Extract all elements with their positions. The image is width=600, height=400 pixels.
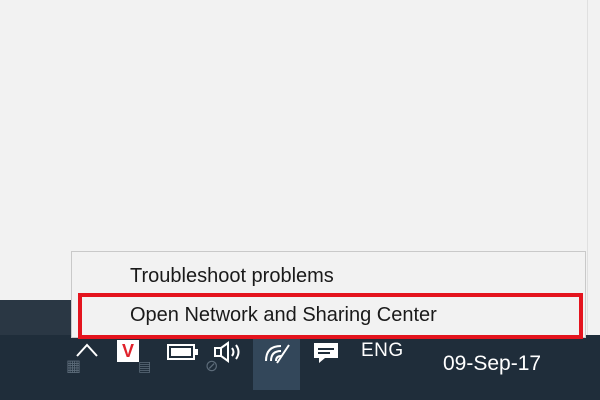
speaker-icon[interactable]	[213, 340, 247, 367]
wifi-icon[interactable]	[263, 340, 293, 367]
taskbar-edge	[0, 300, 72, 335]
menu-item-troubleshoot-problems[interactable]: Troubleshoot problems	[72, 256, 585, 296]
battery-icon[interactable]	[167, 343, 201, 364]
menu-item-open-network-and-sharing-center[interactable]: Open Network and Sharing Center	[72, 295, 585, 335]
chevron-up-icon[interactable]	[74, 340, 100, 365]
page-icon: ▤	[138, 359, 152, 375]
notification-icon[interactable]	[311, 340, 341, 369]
menu-item-label: Troubleshoot problems	[130, 265, 334, 287]
language-indicator[interactable]: ENG	[361, 340, 404, 362]
date-text[interactable]: 09-Sep-17	[443, 352, 541, 376]
screen: ▦ ▤ ⊘ V ENG 09-Sep-17 Troubleshoot probl…	[0, 0, 600, 400]
network-context-menu: Troubleshoot problems Open Network and S…	[71, 251, 586, 338]
v-app-icon[interactable]: V	[117, 340, 139, 362]
menu-item-label: Open Network and Sharing Center	[130, 304, 437, 326]
